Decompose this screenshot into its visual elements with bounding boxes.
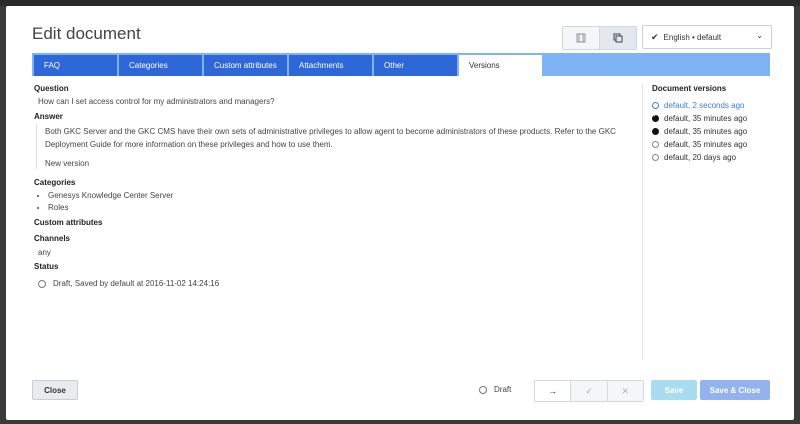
edit-document-dialog: Edit document ✔ English • default ⌄ FAQ … xyxy=(6,6,794,420)
radio-icon xyxy=(652,154,659,161)
version-label: default, 35 minutes ago xyxy=(664,127,748,136)
workflow-buttons: → ✓ ✕ xyxy=(534,380,644,402)
language-select-value: English • default xyxy=(663,32,722,42)
draft-status: Draft xyxy=(479,385,511,394)
channels-value: any xyxy=(38,248,51,257)
version-item[interactable]: default, 2 seconds ago xyxy=(652,99,782,112)
arrow-right-icon: → xyxy=(548,386,558,396)
copy-panel-icon xyxy=(613,33,623,43)
list-item: Roles xyxy=(48,202,173,214)
version-label: default, 20 days ago xyxy=(664,153,737,162)
split-view-button[interactable] xyxy=(599,27,636,49)
view-mode-toggle xyxy=(562,26,637,50)
radio-icon xyxy=(652,102,659,109)
tab-custom-attributes[interactable]: Custom attributes xyxy=(204,55,287,76)
panel-divider xyxy=(642,84,643,360)
reject-button[interactable]: ✕ xyxy=(606,381,643,401)
document-versions-panel: Document versions default, 2 seconds ago… xyxy=(652,84,782,164)
categories-label: Categories xyxy=(34,178,76,187)
status-value: Draft, Saved by default at 2016-11-02 14… xyxy=(53,279,220,288)
save-button[interactable]: Save xyxy=(651,380,697,400)
close-button[interactable]: Close xyxy=(32,380,78,400)
version-label: default, 35 minutes ago xyxy=(664,140,748,149)
channels-label: Channels xyxy=(34,234,71,243)
tab-faq[interactable]: FAQ xyxy=(34,55,117,76)
tab-versions[interactable]: Versions xyxy=(459,55,542,76)
single-panel-icon xyxy=(576,33,586,43)
answer-label: Answer xyxy=(34,112,63,121)
next-arrow-button[interactable]: → xyxy=(535,381,571,401)
answer-box: Both GKC Server and the GKC CMS have the… xyxy=(36,125,629,169)
categories-list: Genesys Knowledge Center Server Roles xyxy=(34,190,173,214)
status-label: Status xyxy=(34,262,59,271)
question-label: Question xyxy=(34,84,69,93)
answer-note: New version xyxy=(45,159,90,168)
close-icon: ✕ xyxy=(621,385,630,396)
version-item[interactable]: default, 20 days ago xyxy=(652,151,782,164)
list-item: Genesys Knowledge Center Server xyxy=(48,190,173,202)
versions-heading: Document versions xyxy=(652,84,727,93)
dialog-title: Edit document xyxy=(32,24,141,43)
version-label: default, 2 seconds ago xyxy=(664,101,745,110)
filled-circle-icon xyxy=(652,128,659,135)
draft-label: Draft xyxy=(494,385,512,394)
tab-attachments[interactable]: Attachments xyxy=(289,55,372,76)
version-item[interactable]: default, 35 minutes ago xyxy=(652,112,782,125)
single-view-button[interactable] xyxy=(563,27,599,49)
checked-circle-icon xyxy=(652,113,659,122)
version-item[interactable]: default, 35 minutes ago xyxy=(652,125,782,138)
draft-circle-icon xyxy=(479,385,487,394)
check-icon: ✓ xyxy=(585,385,593,396)
question-text: How can I set access control for my admi… xyxy=(38,97,275,106)
tab-categories[interactable]: Categories xyxy=(119,55,202,76)
language-select[interactable]: ✔ English • default ⌄ xyxy=(642,25,772,49)
tab-other[interactable]: Other xyxy=(374,55,457,76)
tab-bar: FAQ Categories Custom attributes Attachm… xyxy=(32,53,770,76)
chevron-down-icon: ⌄ xyxy=(756,31,763,40)
custom-attributes-label: Custom attributes xyxy=(34,218,103,227)
approve-button[interactable]: ✓ xyxy=(570,381,607,401)
answer-text: Both GKC Server and the GKC CMS have the… xyxy=(45,127,616,149)
radio-icon xyxy=(652,141,659,148)
version-item[interactable]: default, 35 minutes ago xyxy=(652,138,782,151)
dialog-footer: Close Draft → ✓ ✕ Save Save & Close xyxy=(6,380,794,402)
version-label: default, 35 minutes ago xyxy=(664,114,748,123)
save-and-close-button[interactable]: Save & Close xyxy=(700,380,770,400)
status-row: Draft, Saved by default at 2016-11-02 14… xyxy=(38,279,219,288)
check-icon: ✔ xyxy=(651,31,659,42)
status-circle-icon xyxy=(38,279,46,288)
